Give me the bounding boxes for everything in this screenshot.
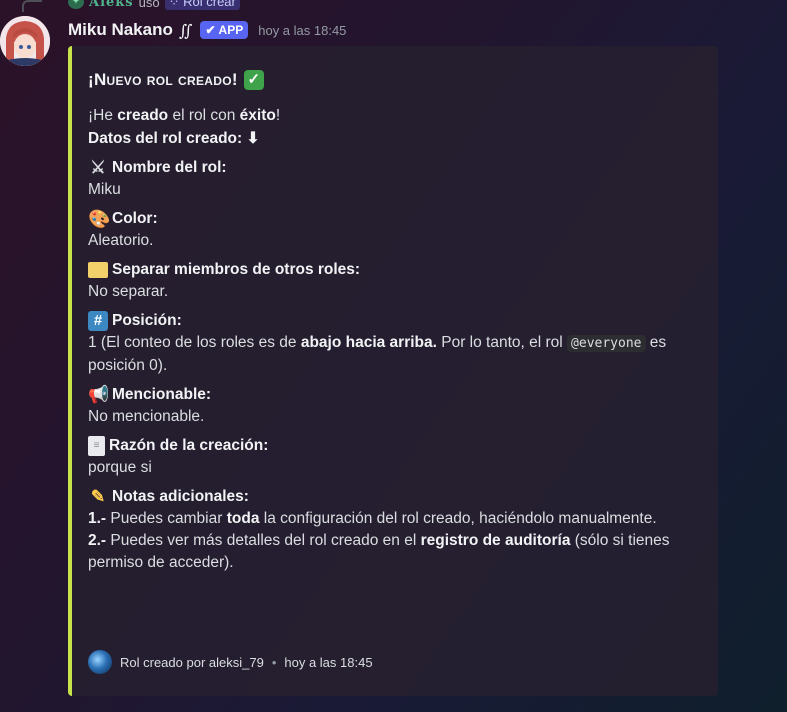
field-label: Separar miembros de otros roles: (112, 260, 361, 278)
everyone-code: @everyone (567, 335, 646, 352)
field-value: 1.- Puedes cambiar toda la configuración… (88, 508, 702, 574)
description-line-1: ¡He creado el rol con éxito! (88, 107, 281, 124)
bot-avatar[interactable] (0, 16, 50, 66)
field-label: Nombre del rol: (112, 158, 227, 176)
note-2: 2.- Puedes ver más detalles del rol crea… (88, 532, 670, 571)
field-position: # Posición: 1 (El conteo de los roles es … (88, 309, 702, 377)
slash-command-name: Rol crear (183, 0, 236, 9)
field-label: Color: (112, 209, 158, 227)
slash-command-mention[interactable]: ⁘ Rol crear (164, 0, 240, 10)
field-value: No mencionable. (88, 408, 205, 425)
field-label: Notas adicionales: (112, 487, 249, 505)
embed-description: ¡He creado el rol con éxito! Datos del r… (88, 104, 702, 150)
field-value: Aleatorio. (88, 232, 154, 249)
reply-username[interactable]: Aleks (89, 0, 134, 10)
field-notes: ✎ Notas adicionales: 1.- Puedes cambiar t… (88, 485, 702, 574)
field-role-name: ⚔ Nombre del rol: Miku (88, 156, 702, 201)
hash-icon: # (88, 310, 108, 331)
field-separate-members: Separar miembros de otros roles: No sepa… (88, 258, 702, 303)
embed-title: ¡Nuevo rol creado! ✓ (88, 68, 702, 92)
field-mentionable: 📢 Mencionable: No mencionable. (88, 383, 702, 428)
app-badge: ✔ APP (200, 21, 249, 39)
field-value: porque si (88, 459, 152, 476)
reply-verb: usó (138, 0, 160, 10)
crossed-swords-icon: ⚔ (90, 157, 106, 177)
field-label: Posición: (112, 311, 182, 329)
footer-timestamp: hoy a las 18:45 (284, 654, 373, 670)
field-value: 1 (El conteo de los roles es de abajo ha… (88, 334, 667, 374)
message-header: Miku Nakano ∬ ✔ APP hoy a las 18:45 (68, 18, 346, 42)
page-icon: ≡ (88, 435, 105, 456)
app-badge-label: APP (218, 23, 244, 37)
embed-title-text: ¡Nuevo rol creado! (88, 70, 238, 89)
footer-text: Rol creado por aleksi_79 (120, 654, 264, 670)
footer-avatar-icon (88, 650, 112, 674)
field-color: 🎨 Color: Aleatorio. (88, 207, 702, 252)
slash-command-icon: ⁘ (168, 0, 180, 9)
footer-separator: • (271, 654, 277, 670)
folder-icon (88, 261, 108, 278)
field-reason: ≡ Razón de la creación: porque si (88, 434, 702, 479)
megaphone-icon: 📢 (88, 384, 110, 404)
username-decoration: ∬ (178, 20, 193, 40)
embed: ¡Nuevo rol creado! ✓ ¡He creado el rol c… (68, 46, 718, 696)
embed-accent-bar (68, 46, 72, 696)
reply-avatar[interactable]: ✦ (68, 0, 84, 9)
embed-footer: Rol creado por aleksi_79 • hoy a las 18:… (88, 650, 373, 674)
verified-check-icon: ✔ (205, 23, 216, 37)
palette-icon: 🎨 (88, 208, 111, 229)
check-mark-icon: ✓ (243, 70, 264, 90)
memo-icon: ✎ (90, 486, 106, 506)
field-label: Mencionable: (112, 385, 212, 403)
description-line-2: Datos del rol creado: ⬇ (88, 130, 260, 147)
reply-connector (22, 0, 42, 12)
message-timestamp[interactable]: hoy a las 18:45 (258, 23, 346, 38)
field-value: Miku (88, 181, 121, 198)
field-value: No separar. (88, 283, 169, 300)
reply-reference[interactable]: ✦ Aleks usó ⁘ Rol crear (68, 0, 240, 10)
note-1: 1.- Puedes cambiar toda la configuración… (88, 510, 657, 527)
bot-username[interactable]: Miku Nakano (68, 20, 173, 40)
field-label: Razón de la creación: (109, 436, 269, 454)
